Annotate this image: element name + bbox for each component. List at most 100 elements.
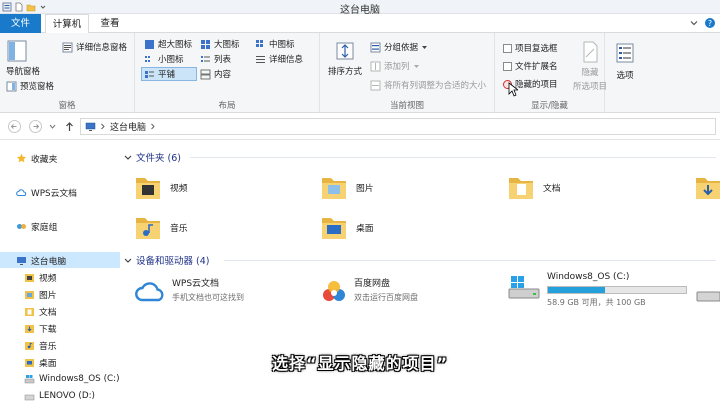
drive-icon[interactable] xyxy=(696,284,720,314)
nav-item-homegroup[interactable]: 家庭组 xyxy=(0,218,120,234)
extra-large-icons-button[interactable]: 超大图标 xyxy=(144,38,192,50)
current-view-group: 排序方式 分组依据 添加列 将所有列调整为合适的大小 当前视图 xyxy=(320,33,495,113)
folder-label: 文档 xyxy=(543,183,561,194)
sort-by-button[interactable]: 排序方式 xyxy=(328,39,362,77)
folder-tile-desktop[interactable]: 桌面 xyxy=(320,212,374,242)
nav-item-this-pc[interactable]: 这台电脑 xyxy=(0,252,120,268)
add-columns-icon xyxy=(370,61,381,71)
folder-tile-documents[interactable]: 文档 xyxy=(507,172,561,202)
size-all-columns-button[interactable]: 将所有列调整为合适的大小 xyxy=(370,79,486,91)
forward-icon[interactable] xyxy=(29,120,42,133)
group-by-button[interactable]: 分组依据 xyxy=(370,41,428,53)
section-divider xyxy=(190,157,716,158)
size-columns-icon xyxy=(370,80,381,90)
windows-drive-icon xyxy=(24,374,35,383)
help-icon[interactable]: ? xyxy=(704,17,716,29)
nav-item-pictures[interactable]: 图片 xyxy=(0,286,120,302)
devices-section-header[interactable]: 设备和驱动器 (4) xyxy=(124,253,209,267)
up-arrow-icon[interactable] xyxy=(63,120,76,133)
small-icons-label: 小图标 xyxy=(158,55,184,65)
sort-by-label: 排序方式 xyxy=(328,67,363,77)
details-pane-icon xyxy=(62,42,73,52)
add-columns-button[interactable]: 添加列 xyxy=(370,60,420,72)
extra-large-icons-label: 超大图标 xyxy=(158,40,193,50)
video-caption: 选择“显示隐藏的项目” xyxy=(271,354,449,373)
music-folder-icon xyxy=(25,341,34,350)
tiles-button[interactable]: 平铺 xyxy=(144,68,175,80)
back-icon[interactable] xyxy=(8,120,21,133)
details-button[interactable]: 详细信息 xyxy=(255,53,303,65)
device-drive-c[interactable]: Windows8_OS (C:) 58.9 GB 可用，共 100 GB xyxy=(507,272,687,308)
pictures-folder-icon xyxy=(322,178,346,199)
videos-folder-icon xyxy=(25,273,34,282)
tab-view[interactable]: 查看 xyxy=(92,14,128,33)
nav-item-label: 文档 xyxy=(39,307,57,318)
tab-file[interactable]: 文件 xyxy=(0,14,41,33)
folder-tile-music[interactable]: 音乐 xyxy=(134,212,188,242)
navigation-pane-button[interactable]: 导航窗格 xyxy=(6,39,40,77)
details-pane-button[interactable]: 详细信息窗格 xyxy=(62,41,127,53)
list-label: 列表 xyxy=(214,55,232,65)
options-button[interactable]: 选项 xyxy=(614,41,636,81)
folder-tile-videos[interactable]: 视频 xyxy=(134,172,188,202)
folder-label: 音乐 xyxy=(170,223,188,234)
preview-pane-button[interactable]: 预览窗格 xyxy=(6,80,54,92)
tab-computer[interactable]: 计算机 xyxy=(45,14,89,34)
homegroup-icon xyxy=(17,223,26,229)
section-divider xyxy=(224,260,716,261)
cloud-icon xyxy=(135,282,164,302)
file-extensions-checkbox[interactable] xyxy=(503,61,512,71)
content-button[interactable]: 内容 xyxy=(200,68,231,80)
folders-section-header[interactable]: 文件夹 (6) xyxy=(124,150,181,164)
group-label: 当前视图 xyxy=(389,101,424,111)
svg-text:?: ? xyxy=(708,19,712,28)
chevron-down-icon[interactable] xyxy=(48,120,57,133)
preview-pane-label: 预览窗格 xyxy=(20,82,55,92)
downloads-folder-icon[interactable] xyxy=(694,172,720,202)
tiles-icon xyxy=(145,70,154,78)
nav-item-wps-cloud[interactable]: WPS云文档 xyxy=(0,184,120,200)
star-icon xyxy=(16,153,27,162)
device-baidu-netdisk[interactable]: 百度网盘 双击运行百度网盘 xyxy=(320,276,418,306)
nav-item-documents[interactable]: 文档 xyxy=(0,303,120,319)
nav-item-downloads[interactable]: 下载 xyxy=(0,320,120,336)
chevron-down-icon[interactable] xyxy=(688,17,700,29)
address-field[interactable]: 这台电脑 xyxy=(80,118,716,135)
address-path: 这台电脑 xyxy=(110,123,147,133)
device-text: WPS云文档 手机文档也可这找到 xyxy=(172,276,244,303)
mouse-cursor-icon xyxy=(508,82,518,97)
hide-selected-button[interactable]: 隐藏 所选项目 xyxy=(573,40,607,92)
device-wps-cloud[interactable]: WPS云文档 手机文档也可这找到 xyxy=(134,276,244,306)
item-checkboxes-checkbox[interactable] xyxy=(503,43,512,53)
grid-icon xyxy=(145,39,154,49)
small-icons-button[interactable]: 小图标 xyxy=(144,53,184,65)
pictures-folder-icon xyxy=(25,290,34,299)
content-icon xyxy=(200,69,211,79)
nav-item-videos[interactable]: 视频 xyxy=(0,269,120,285)
folder-tile-pictures[interactable]: 图片 xyxy=(320,172,374,202)
chevron-down-icon xyxy=(413,64,419,68)
medium-icons-label: 中图标 xyxy=(269,40,295,50)
nav-item-favorites[interactable]: 收藏夹 xyxy=(0,150,120,166)
details-pane-label: 详细信息窗格 xyxy=(76,43,128,53)
add-columns-label: 添加列 xyxy=(384,62,410,72)
large-icons-button[interactable]: 大图标 xyxy=(200,38,240,50)
grid-icon xyxy=(256,39,263,47)
file-extensions-label: 文件扩展名 xyxy=(515,62,558,72)
list-button[interactable]: 列表 xyxy=(200,53,231,65)
drive-usage-fill xyxy=(548,287,605,293)
hide-selected-sub-label: 所选项目 xyxy=(573,82,608,92)
folder-label: 视频 xyxy=(170,183,188,194)
item-checkboxes-toggle[interactable]: 项目复选框 xyxy=(503,42,558,54)
hide-selected-label: 隐藏 xyxy=(581,68,599,78)
medium-icons-button[interactable]: 中图标 xyxy=(255,38,295,50)
details-icon xyxy=(256,55,265,63)
file-extensions-toggle[interactable]: 文件扩展名 xyxy=(503,60,558,72)
hide-selected-icon xyxy=(583,41,598,63)
documents-folder-icon xyxy=(25,307,34,316)
device-text: 百度网盘 双击运行百度网盘 xyxy=(354,276,418,303)
nav-item-label: 家庭组 xyxy=(31,222,58,233)
nav-item-label: Windows8_OS (C:) xyxy=(39,374,120,384)
nav-item-drive-d[interactable]: LENOVO (D:) xyxy=(0,388,120,404)
list-icon xyxy=(201,55,210,62)
